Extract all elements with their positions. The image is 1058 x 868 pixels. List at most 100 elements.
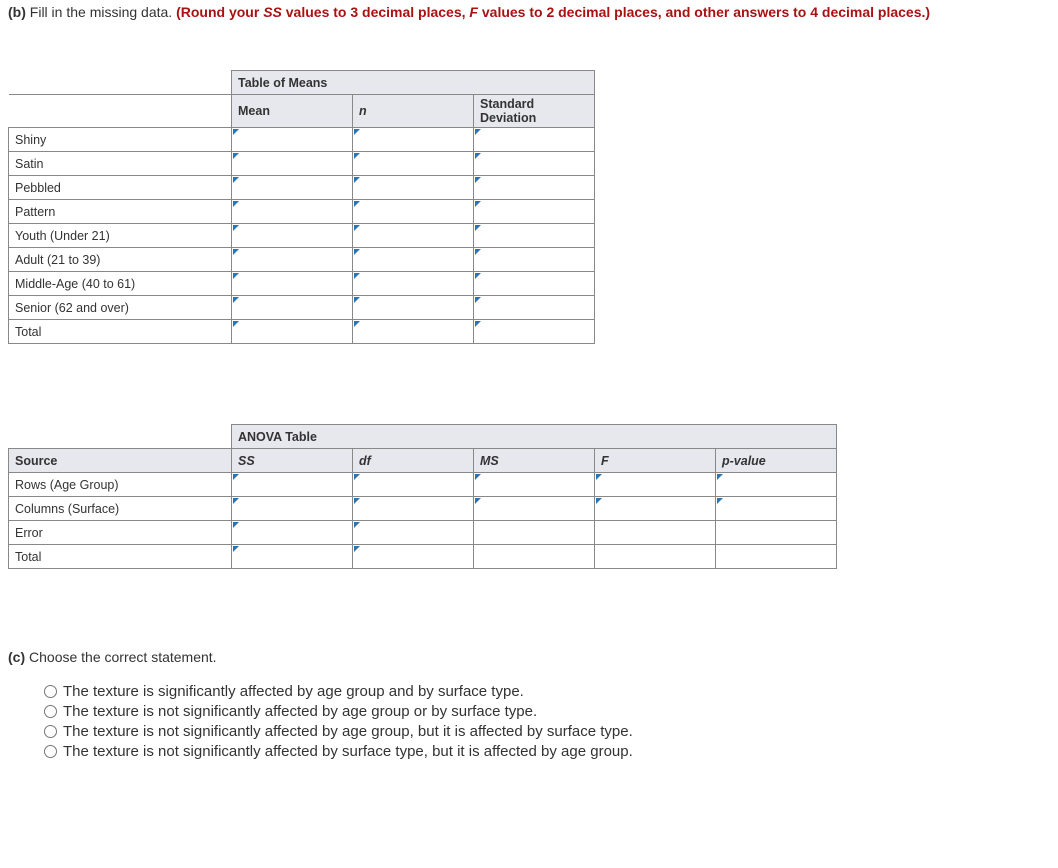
input-cell[interactable] — [353, 200, 474, 224]
input-cell[interactable] — [595, 473, 716, 497]
input-cell[interactable] — [474, 152, 595, 176]
input-cell[interactable] — [232, 128, 353, 152]
value-input[interactable] — [474, 202, 594, 221]
input-cell[interactable] — [474, 128, 595, 152]
input-cell[interactable] — [353, 296, 474, 320]
input-cell[interactable] — [232, 152, 353, 176]
input-cell[interactable] — [232, 545, 353, 569]
input-cell[interactable] — [353, 473, 474, 497]
radio-input[interactable] — [44, 685, 57, 698]
value-input[interactable] — [353, 547, 473, 566]
input-cell[interactable] — [474, 248, 595, 272]
radio-option[interactable]: The texture is not significantly affecte… — [44, 743, 1050, 760]
input-cell[interactable] — [474, 320, 595, 344]
value-input[interactable] — [474, 298, 594, 317]
value-input[interactable] — [353, 499, 473, 518]
value-input[interactable] — [232, 202, 352, 221]
input-cell[interactable] — [232, 248, 353, 272]
value-input[interactable] — [353, 298, 473, 317]
input-cell[interactable] — [232, 176, 353, 200]
value-input[interactable] — [353, 130, 473, 149]
value-input[interactable] — [474, 178, 594, 197]
input-cell[interactable] — [232, 200, 353, 224]
value-input[interactable] — [353, 322, 473, 341]
input-cell[interactable] — [353, 272, 474, 296]
row-label: Senior (62 and over) — [9, 296, 232, 320]
col-ss: SS — [232, 449, 353, 473]
input-cell[interactable] — [353, 320, 474, 344]
input-cell[interactable] — [716, 473, 837, 497]
input-cell[interactable] — [353, 248, 474, 272]
input-cell[interactable] — [353, 521, 474, 545]
value-input[interactable] — [474, 322, 594, 341]
radio-option[interactable]: The texture is significantly affected by… — [44, 683, 1050, 700]
radio-option[interactable]: The texture is not significantly affecte… — [44, 723, 1050, 740]
value-input[interactable] — [232, 154, 352, 173]
input-cell[interactable] — [353, 152, 474, 176]
radio-input[interactable] — [44, 745, 57, 758]
value-input[interactable] — [716, 475, 836, 494]
input-cell[interactable] — [353, 224, 474, 248]
part-b-hint: (Round your SS values to 3 decimal place… — [176, 4, 930, 20]
input-cell[interactable] — [353, 128, 474, 152]
input-cell[interactable] — [474, 473, 595, 497]
input-cell[interactable] — [716, 497, 837, 521]
input-cell[interactable] — [232, 497, 353, 521]
value-input[interactable] — [353, 523, 473, 542]
input-cell[interactable] — [353, 545, 474, 569]
input-cell[interactable] — [232, 521, 353, 545]
value-input[interactable] — [232, 475, 352, 494]
value-input[interactable] — [474, 274, 594, 293]
input-cell[interactable] — [232, 296, 353, 320]
part-c-text: Choose the correct statement. — [29, 649, 217, 665]
value-input[interactable] — [474, 130, 594, 149]
value-input[interactable] — [232, 499, 352, 518]
value-input[interactable] — [474, 475, 594, 494]
value-input[interactable] — [232, 523, 352, 542]
means-title: Table of Means — [232, 71, 595, 95]
anova-row: Columns (Surface) — [9, 497, 837, 521]
value-input[interactable] — [353, 274, 473, 293]
input-cell[interactable] — [353, 497, 474, 521]
input-cell[interactable] — [595, 497, 716, 521]
input-cell[interactable] — [232, 320, 353, 344]
value-input[interactable] — [353, 154, 473, 173]
input-cell[interactable] — [353, 176, 474, 200]
value-input[interactable] — [353, 202, 473, 221]
value-input[interactable] — [353, 226, 473, 245]
input-cell[interactable] — [232, 272, 353, 296]
value-input[interactable] — [353, 475, 473, 494]
value-input[interactable] — [232, 226, 352, 245]
value-input[interactable] — [232, 274, 352, 293]
value-input[interactable] — [232, 250, 352, 269]
means-row: Pattern — [9, 200, 595, 224]
value-input[interactable] — [716, 499, 836, 518]
radio-label: The texture is not significantly affecte… — [63, 743, 633, 760]
radio-option[interactable]: The texture is not significantly affecte… — [44, 703, 1050, 720]
value-input[interactable] — [474, 154, 594, 173]
value-input[interactable] — [474, 499, 594, 518]
value-input[interactable] — [232, 130, 352, 149]
input-cell[interactable] — [474, 200, 595, 224]
part-c-options: The texture is significantly affected by… — [44, 683, 1050, 760]
value-input[interactable] — [232, 322, 352, 341]
value-input[interactable] — [232, 298, 352, 317]
input-cell[interactable] — [474, 296, 595, 320]
value-input[interactable] — [474, 250, 594, 269]
input-cell[interactable] — [474, 497, 595, 521]
value-input[interactable] — [595, 475, 715, 494]
value-input[interactable] — [595, 499, 715, 518]
input-cell[interactable] — [232, 473, 353, 497]
value-input[interactable] — [353, 178, 473, 197]
value-input[interactable] — [232, 547, 352, 566]
radio-input[interactable] — [44, 705, 57, 718]
value-input[interactable] — [353, 250, 473, 269]
input-cell[interactable] — [232, 224, 353, 248]
input-cell[interactable] — [474, 224, 595, 248]
value-input[interactable] — [232, 178, 352, 197]
value-input[interactable] — [474, 226, 594, 245]
col-pvalue: p-value — [716, 449, 837, 473]
input-cell[interactable] — [474, 272, 595, 296]
radio-input[interactable] — [44, 725, 57, 738]
input-cell[interactable] — [474, 176, 595, 200]
